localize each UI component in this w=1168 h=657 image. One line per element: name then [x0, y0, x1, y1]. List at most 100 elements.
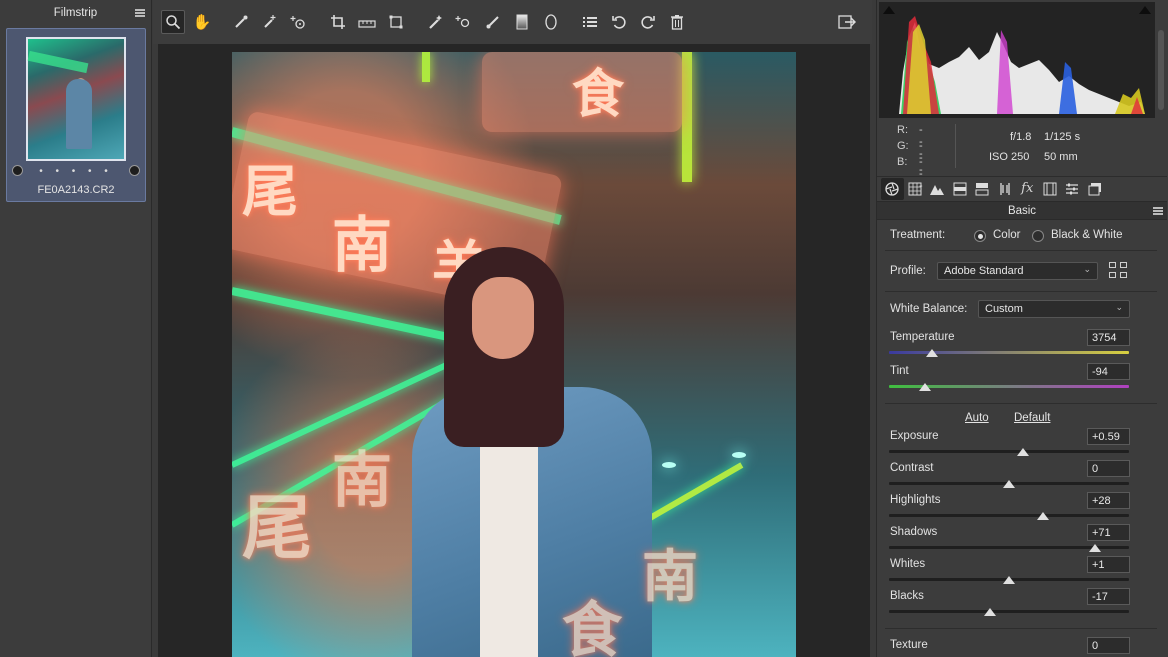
highlights-value-field[interactable]: +28 [1087, 492, 1130, 509]
straighten-icon[interactable] [355, 10, 379, 34]
g-label: G: [897, 140, 909, 152]
neon-reflection-glyph: 食 [562, 596, 622, 657]
photo-preview[interactable]: 尾 南 羊 食 尾 南 食 南 [232, 52, 796, 657]
temperature-value-field[interactable]: 3754 [1087, 329, 1130, 346]
temperature-label: Temperature [890, 331, 955, 343]
rotate-counterclockwise-icon[interactable] [607, 10, 631, 34]
hand-tool-icon[interactable]: ✋ [190, 10, 214, 34]
tab-presets-icon[interactable] [1061, 178, 1084, 200]
treatment-bw-radio[interactable] [1032, 230, 1044, 242]
trash-icon[interactable] [665, 10, 689, 34]
highlight-clipping-warning-icon[interactable] [1139, 6, 1151, 14]
section-divider [885, 291, 1157, 292]
spot-removal-icon[interactable] [423, 10, 447, 34]
tab-effects-fx-icon[interactable]: fx [1016, 178, 1039, 200]
profile-select-value: Adobe Standard [944, 265, 1024, 277]
treatment-color-radio[interactable] [974, 230, 986, 242]
treatment-label: Treatment: [890, 229, 946, 241]
tint-value-field[interactable]: -94 [1087, 363, 1130, 380]
whites-value-field[interactable]: +1 [1087, 556, 1130, 573]
tab-snapshots-icon[interactable] [1084, 178, 1107, 200]
crop-icon[interactable] [326, 10, 350, 34]
highlights-slider-handle[interactable] [1036, 512, 1049, 520]
transform-icon[interactable] [384, 10, 408, 34]
filmstrip-thumbnail[interactable]: • • • • • FE0A2143.CR2 [6, 28, 146, 202]
contrast-label: Contrast [890, 462, 934, 474]
tab-lens-corrections-icon[interactable] [994, 178, 1017, 200]
white-balance-eyedropper-icon[interactable] [229, 10, 253, 34]
treatment-color-label[interactable]: Color [993, 229, 1020, 241]
color-sampler-icon[interactable] [258, 10, 282, 34]
white-balance-label: White Balance: [890, 303, 968, 315]
adjustments-badge-icon[interactable] [129, 165, 140, 176]
blacks-label: Blacks [890, 590, 924, 602]
white-balance-select-value: Custom [985, 303, 1023, 315]
export-icon[interactable] [835, 10, 859, 34]
profile-browser-grid-icon[interactable] [1109, 262, 1129, 280]
whites-slider-handle[interactable] [1003, 576, 1015, 584]
shadows-slider-handle[interactable] [1089, 544, 1102, 552]
graduated-filter-icon[interactable] [510, 10, 534, 34]
exposure-value-field[interactable]: +0.59 [1087, 428, 1130, 445]
highlights-slider-track[interactable] [889, 514, 1129, 517]
contrast-value-field[interactable]: 0 [1087, 460, 1130, 477]
profile-select[interactable]: Adobe Standard ⌄ [937, 262, 1098, 280]
panel-scrollbar[interactable] [1158, 30, 1164, 110]
tab-basic-aperture-icon[interactable] [881, 177, 904, 200]
chevron-down-icon: ⌄ [1083, 264, 1091, 274]
shadow-clipping-warning-icon[interactable] [883, 6, 895, 14]
adjustment-brush-icon[interactable] [481, 10, 505, 34]
radial-filter-icon[interactable] [539, 10, 563, 34]
image-canvas[interactable]: 尾 南 羊 食 尾 南 食 南 [158, 44, 870, 657]
treatment-bw-label[interactable]: Black & White [1051, 229, 1123, 241]
pixel-readout: R: --- G: --- B: --- f/1.8 1/125 s ISO 250 … [877, 120, 1167, 192]
contrast-slider-handle[interactable] [1003, 480, 1015, 488]
filmstrip-menu-icon[interactable] [135, 9, 145, 17]
red-eye-icon[interactable] [452, 10, 476, 34]
tab-split-toning-icon[interactable] [971, 178, 994, 200]
shadows-label: Shadows [890, 526, 938, 538]
thumbnail-image[interactable] [26, 37, 126, 161]
tab-hsl-icon[interactable] [949, 178, 972, 200]
auto-button[interactable]: Auto [965, 412, 989, 424]
toolbar: ✋ [153, 0, 872, 44]
filmstrip-panel: Filmstrip • • • • • FE0A2143.CR2 [0, 0, 152, 657]
neon-glyph: 食 [572, 64, 625, 125]
rotate-clockwise-icon[interactable] [636, 10, 660, 34]
thumbnail-filename: FE0A2143.CR2 [37, 184, 115, 196]
texture-label: Texture [890, 639, 928, 651]
preferences-list-icon[interactable] [578, 10, 602, 34]
neon-reflection-glyph: 南 [332, 446, 392, 516]
tab-detail-icon[interactable] [926, 178, 949, 200]
shadows-value-field[interactable]: +71 [1087, 524, 1130, 541]
street-lamp [732, 452, 746, 458]
exposure-slider-track[interactable] [889, 450, 1129, 453]
r-label: R: [897, 124, 908, 136]
temperature-slider-handle[interactable] [926, 349, 939, 357]
texture-value-field[interactable]: 0 [1087, 637, 1130, 654]
basic-panel-menu-icon[interactable] [1153, 207, 1163, 215]
blacks-value-field[interactable]: -17 [1087, 588, 1130, 605]
targeted-adjustment-icon[interactable] [287, 10, 311, 34]
thumbnail-rating[interactable]: • • • • • [7, 166, 145, 177]
tab-calibration-icon[interactable] [1039, 178, 1062, 200]
white-balance-select[interactable]: Custom ⌄ [978, 300, 1130, 318]
temperature-slider-track[interactable] [889, 351, 1129, 354]
tint-label: Tint [890, 365, 909, 377]
profile-label: Profile: [890, 265, 926, 277]
chevron-down-icon: ⌄ [1115, 302, 1123, 312]
tab-tone-curve-icon[interactable] [904, 178, 927, 200]
neon-tube [232, 287, 458, 343]
exposure-slider-handle[interactable] [1017, 448, 1030, 456]
readout-divider [955, 124, 956, 168]
tint-slider-handle[interactable] [919, 383, 931, 391]
shutter-speed: 1/125 s [1044, 131, 1081, 143]
neon-reflection-glyph: 尾 [242, 486, 312, 569]
highlights-label: Highlights [890, 494, 941, 506]
blacks-slider-track[interactable] [889, 610, 1129, 613]
neon-reflection-glyph: 南 [642, 544, 698, 610]
default-button[interactable]: Default [1014, 412, 1050, 424]
zoom-tool-icon[interactable] [161, 10, 185, 34]
blacks-slider-handle[interactable] [983, 608, 996, 616]
panel-tabs: fx [877, 176, 1167, 200]
